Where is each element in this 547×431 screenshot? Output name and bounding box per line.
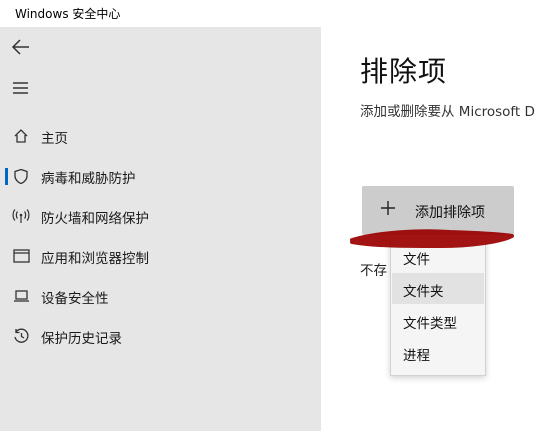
no-exclusions-text: 不存	[360, 263, 387, 279]
sidebar: 主页 病毒和威胁防护 防火墙和网络保护 应用和浏览器控制 设备安全性 保护历史记…	[0, 27, 321, 431]
app-window-icon	[12, 248, 30, 264]
page-description: 添加或删除要从 Microsoft D	[360, 104, 535, 120]
menu-item-label: 文件	[403, 252, 430, 268]
window-title: Windows 安全中心	[15, 7, 121, 21]
shield-icon	[12, 168, 30, 184]
hamburger-menu-icon[interactable]	[8, 76, 34, 100]
sidebar-item-label: 防火墙和网络保护	[41, 211, 149, 227]
sidebar-item-label: 设备安全性	[41, 291, 109, 307]
menu-item-folder[interactable]: 文件夹	[392, 273, 484, 304]
title-bar: Windows 安全中心	[0, 0, 547, 27]
sidebar-item-label: 主页	[41, 131, 68, 147]
history-icon	[12, 328, 30, 344]
sidebar-item-label: 病毒和威胁防护	[41, 171, 136, 187]
wifi-antenna-icon	[12, 208, 30, 224]
menu-item-label: 进程	[403, 348, 430, 364]
sidebar-item-app-browser-control[interactable]: 应用和浏览器控制	[0, 238, 321, 274]
menu-item-process[interactable]: 进程	[392, 337, 484, 368]
menu-item-label: 文件类型	[403, 316, 457, 332]
sidebar-item-protection-history[interactable]: 保护历史记录	[0, 318, 321, 354]
sidebar-item-virus-protection[interactable]: 病毒和威胁防护	[0, 158, 321, 194]
exclusion-type-menu: 文件 文件夹 文件类型 进程	[390, 238, 486, 376]
menu-item-file-type[interactable]: 文件类型	[392, 305, 484, 336]
menu-item-file[interactable]: 文件	[392, 241, 484, 272]
add-exclusion-button[interactable]: 添加排除项	[362, 186, 514, 235]
main-content: 排除项 添加或删除要从 Microsoft D 添加排除项 不存 文件 文件夹 …	[321, 27, 547, 431]
add-exclusion-label: 添加排除项	[415, 205, 485, 221]
sidebar-item-label: 保护历史记录	[41, 331, 122, 347]
page-title: 排除项	[360, 55, 448, 88]
sidebar-item-firewall[interactable]: 防火墙和网络保护	[0, 198, 321, 234]
laptop-icon	[12, 288, 30, 304]
sidebar-item-home[interactable]: 主页	[0, 118, 321, 154]
sidebar-item-label: 应用和浏览器控制	[41, 251, 149, 267]
plus-icon	[381, 201, 395, 215]
menu-item-label: 文件夹	[403, 284, 444, 300]
back-arrow-icon[interactable]	[8, 35, 34, 59]
sidebar-item-device-security[interactable]: 设备安全性	[0, 278, 321, 314]
home-icon	[12, 128, 30, 144]
